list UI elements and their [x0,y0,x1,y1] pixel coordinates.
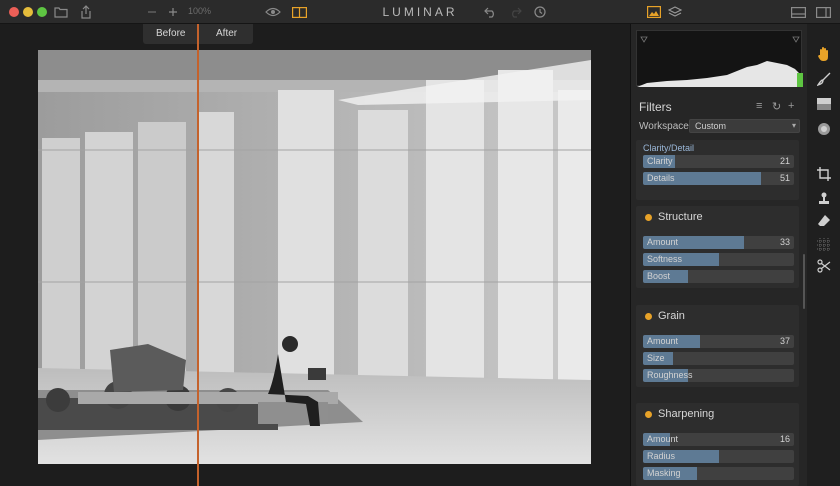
slider-details[interactable]: Details 51 [643,172,794,185]
slider-grain-roughness[interactable]: Roughness [643,369,794,382]
filter-enabled-dot[interactable] [645,214,652,221]
section-title: Structure [658,211,703,223]
filters-panel: Filters ≡ ↻ + Workspace: Custom ▾ Clarit… [630,24,807,486]
structure-header[interactable]: Structure [636,206,799,228]
slider-value: 16 [779,434,790,444]
slider-value: 37 [779,336,790,346]
slider-sharpening-masking[interactable]: Masking [643,467,794,480]
clarity-detail-section: Clarity/Detail Clarity 21 Details 51 [636,140,799,200]
eraser-icon[interactable] [816,213,832,229]
panel-right-icon[interactable] [815,4,831,20]
slider-label: Amount [647,434,679,444]
edited-photo [38,50,591,464]
panel-bottom-icon[interactable] [790,4,806,20]
slider-label: Size [647,353,665,363]
slider-sharpening-amount[interactable]: Amount 16 [643,433,794,446]
texture-icon[interactable] [816,237,832,253]
section-title: Sharpening [658,408,715,420]
slider-label: Roughness [647,370,693,380]
sharpening-section: Sharpening Amount 16 Radius Masking [636,403,799,486]
slider-grain-amount[interactable]: Amount 37 [643,335,794,348]
slider-sharpening-radius[interactable]: Radius [643,450,794,463]
workspace-label: Workspace: [639,121,692,132]
tools-strip [807,24,840,486]
histogram [636,30,803,87]
slider-label: Radius [647,451,676,461]
grain-section: Grain Amount 37 Size Roughness [636,305,799,387]
layers-icon[interactable] [667,4,683,20]
image-canvas[interactable]: Before After [0,24,630,486]
sort-filters-icon[interactable]: ≡ [756,100,762,112]
filter-enabled-dot[interactable] [645,411,652,418]
slider-label: Amount [647,237,679,247]
after-label[interactable]: After [216,28,237,39]
brush-icon[interactable] [816,71,832,87]
gradient-icon[interactable] [816,96,832,112]
add-filter-icon[interactable]: + [788,100,794,112]
slider-value: 33 [779,237,790,247]
slider-label: Boost [647,271,671,281]
before-label[interactable]: Before [156,28,185,39]
filter-enabled-dot[interactable] [645,313,652,320]
filters-title: Filters [639,100,672,114]
slider-clarity[interactable]: Clarity 21 [643,155,794,168]
clarity-detail-title: Clarity/Detail [643,143,695,153]
workspace-select[interactable]: Custom ▾ [689,119,800,133]
panel-scrollbar[interactable] [803,254,805,309]
radial-icon[interactable] [816,121,832,137]
scissors-icon[interactable] [816,258,832,274]
undo-icon[interactable] [482,4,498,20]
image-icon[interactable] [646,4,662,20]
redo-icon[interactable] [507,4,523,20]
structure-section: Structure Amount 33 Softness Boost [636,206,799,288]
slider-label: Details [647,173,675,183]
slider-structure-boost[interactable]: Boost [643,270,794,283]
before-after-split-handle[interactable] [197,24,199,486]
history-icon[interactable] [532,4,548,20]
app-title: LUMINAR [382,5,458,19]
slider-structure-softness[interactable]: Softness [643,253,794,266]
slider-label: Clarity [647,156,673,166]
slider-label: Softness [647,254,683,264]
chevron-down-icon: ▾ [791,121,796,130]
slider-structure-amount[interactable]: Amount 33 [643,236,794,249]
slider-value: 21 [779,156,790,166]
sharpening-header[interactable]: Sharpening [636,403,799,425]
grain-header[interactable]: Grain [636,305,799,327]
hand-icon[interactable] [816,46,832,62]
slider-grain-size[interactable]: Size [643,352,794,365]
section-title: Grain [658,310,685,322]
slider-value: 51 [779,173,790,183]
stamp-icon[interactable] [816,191,832,207]
crop-icon[interactable] [816,166,832,182]
slider-label: Amount [647,336,679,346]
title-bar: 100% LUMINAR [0,0,840,24]
slider-label: Masking [647,468,681,478]
workspace-value: Custom [695,121,727,131]
refresh-icon[interactable]: ↻ [772,100,781,113]
